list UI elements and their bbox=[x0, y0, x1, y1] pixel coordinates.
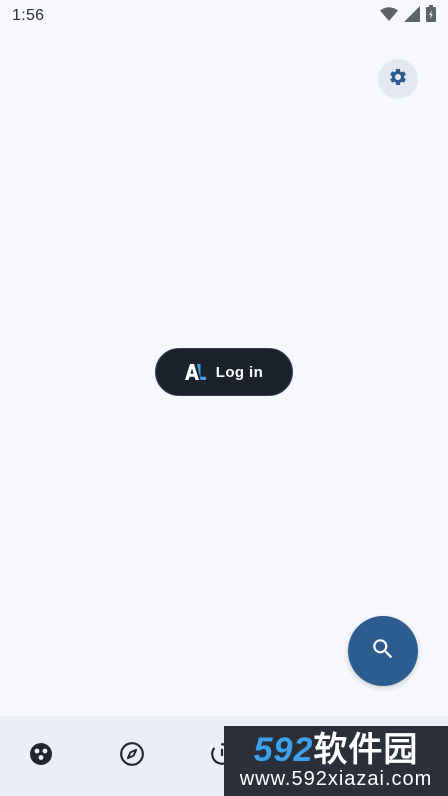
wifi-icon bbox=[380, 6, 398, 26]
status-icons bbox=[380, 5, 436, 27]
anilist-logo-icon bbox=[184, 364, 207, 380]
gear-icon bbox=[388, 67, 408, 92]
nav-item-explore[interactable] bbox=[118, 741, 146, 772]
search-fab[interactable] bbox=[348, 616, 418, 686]
battery-icon bbox=[426, 5, 436, 27]
signal-icon bbox=[404, 5, 420, 27]
watermark-number: 592 bbox=[253, 731, 314, 769]
profile-icon bbox=[29, 742, 53, 771]
watermark-logo: 592软件园 bbox=[254, 732, 419, 768]
watermark: 592软件园 www.592xiazai.com bbox=[224, 726, 448, 796]
watermark-url: www.592xiazai.com bbox=[239, 768, 433, 790]
login-button[interactable]: Log in bbox=[155, 348, 293, 396]
status-bar: 1:56 bbox=[0, 0, 448, 32]
login-label: Log in bbox=[215, 363, 264, 381]
search-icon bbox=[370, 636, 396, 667]
settings-button[interactable] bbox=[378, 59, 418, 99]
status-time: 1:56 bbox=[12, 7, 45, 24]
nav-item-profile[interactable] bbox=[27, 742, 55, 770]
compass-icon bbox=[119, 741, 145, 772]
watermark-text: 软件园 bbox=[313, 731, 419, 769]
